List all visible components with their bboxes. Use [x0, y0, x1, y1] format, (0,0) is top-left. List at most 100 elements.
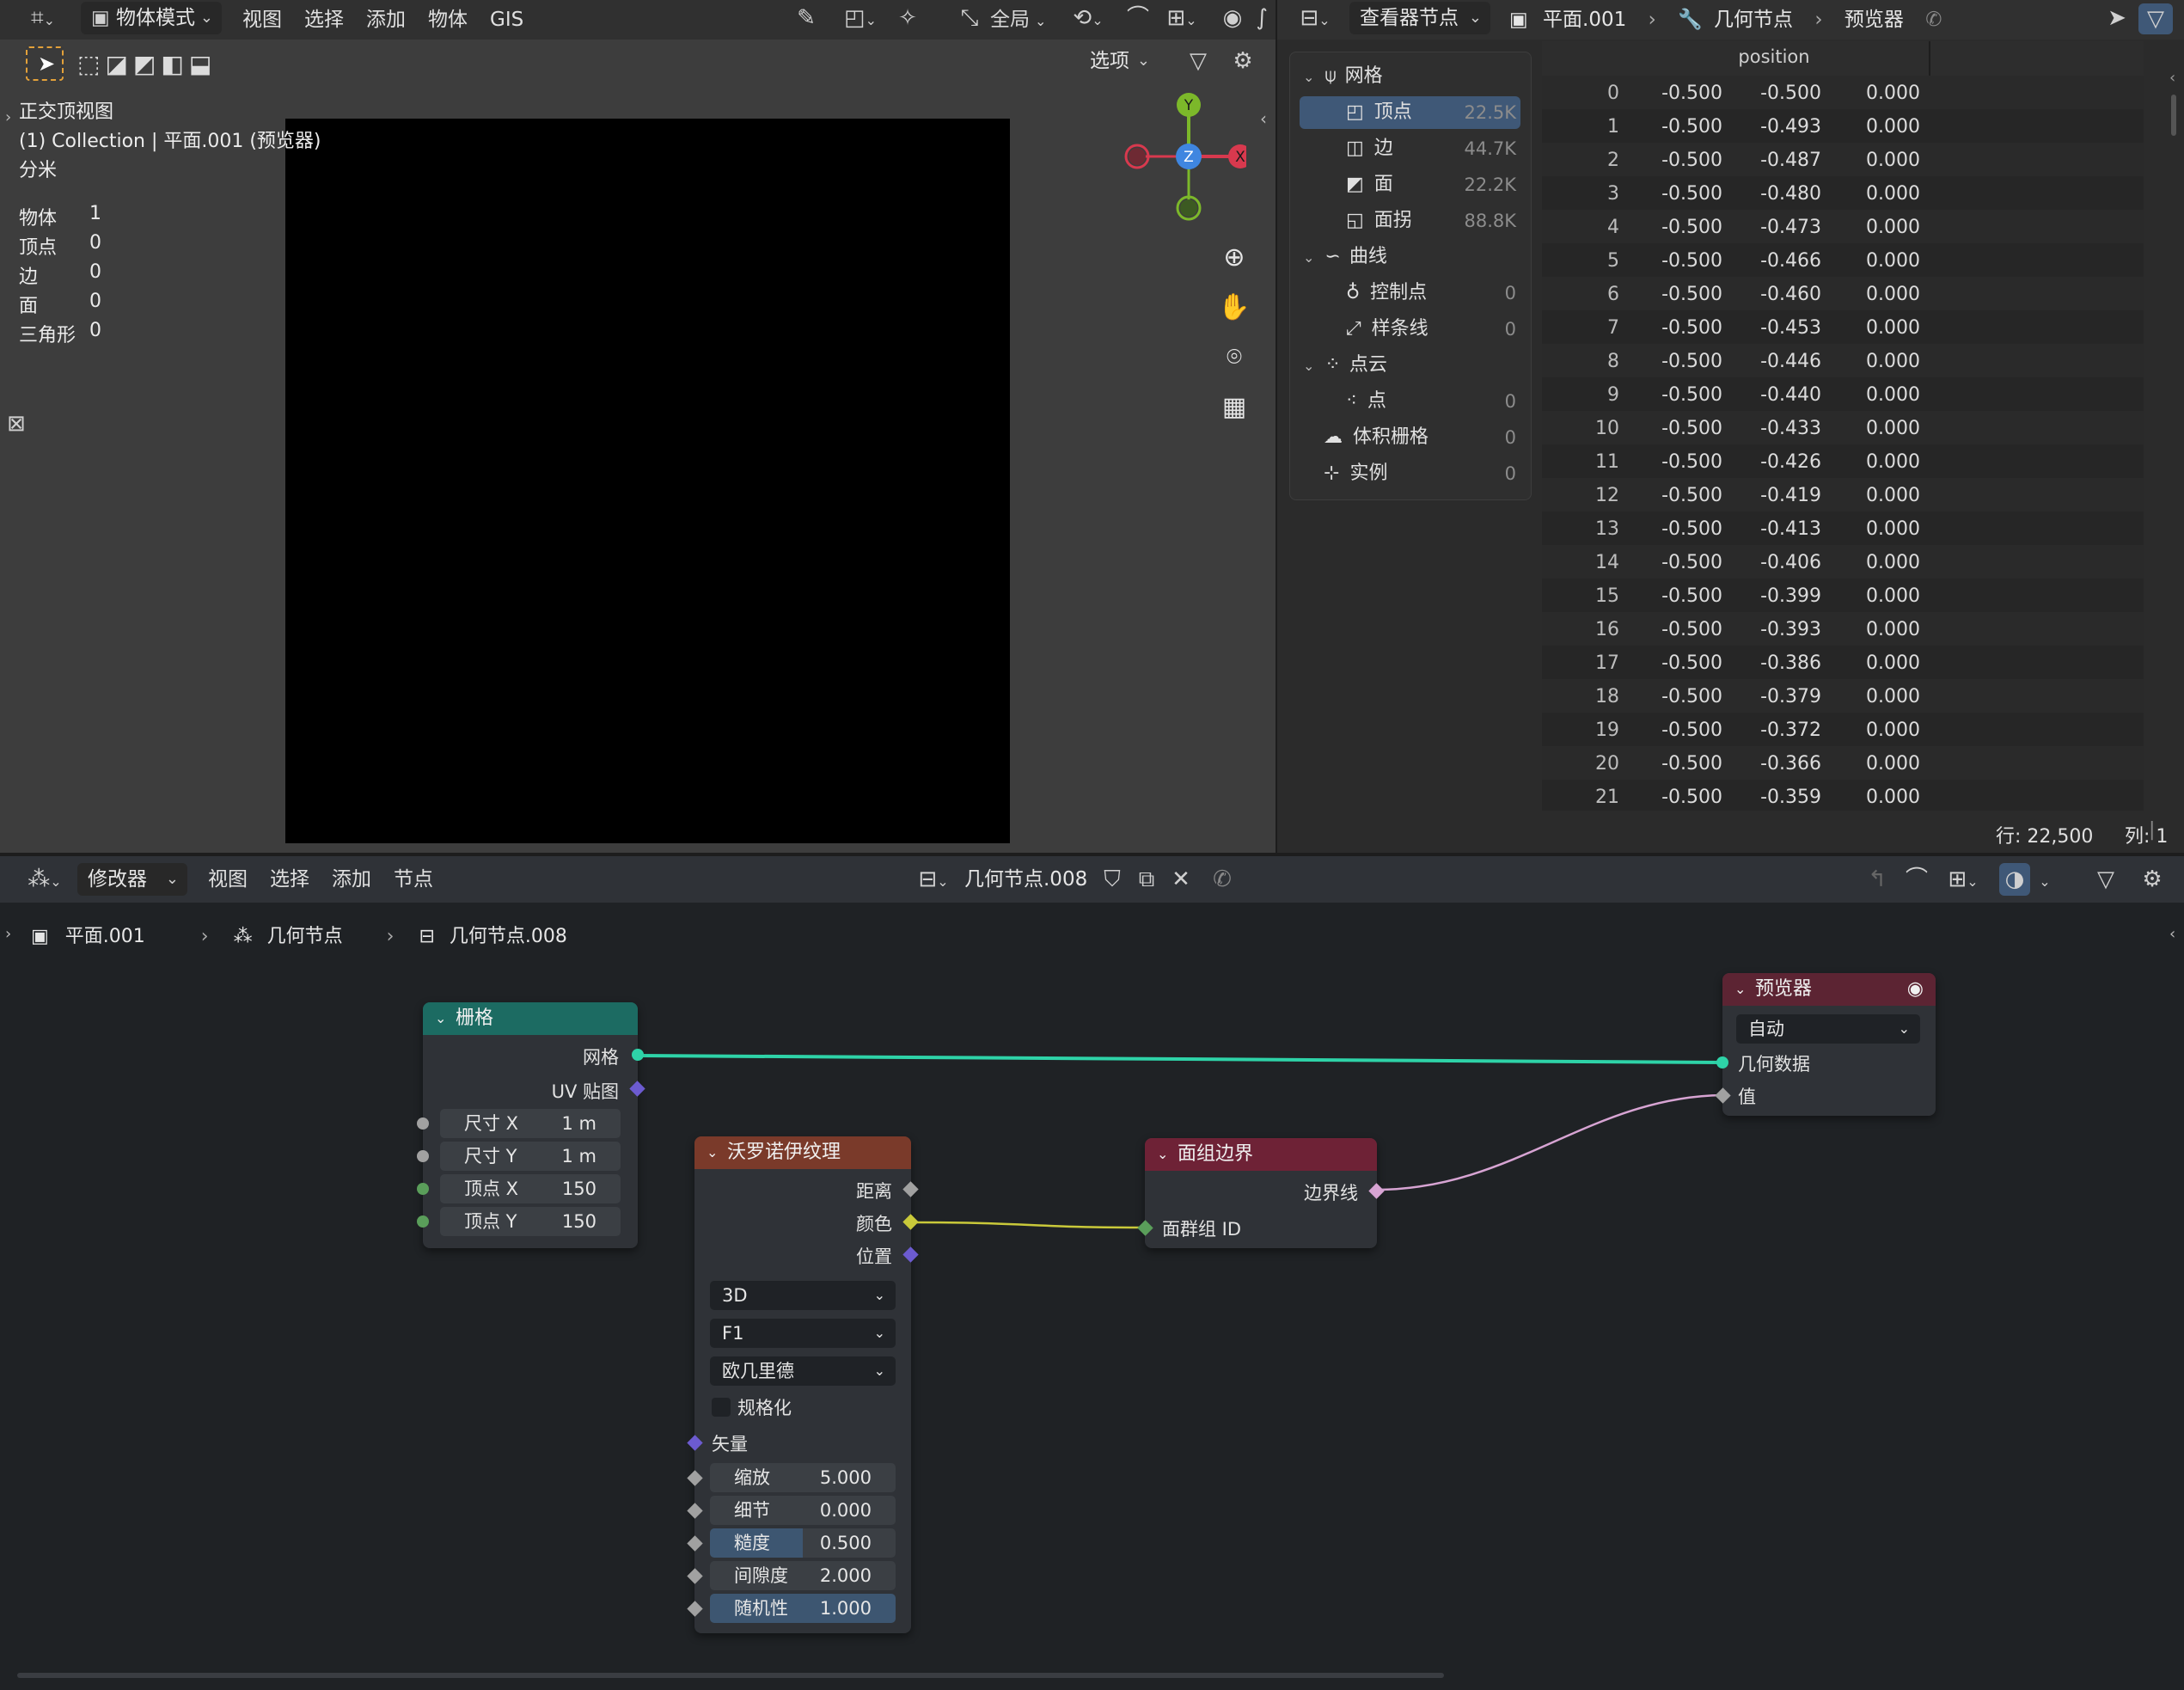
- n-panel-toggle-icon[interactable]: ‹: [1260, 108, 1267, 129]
- tree-item-edge[interactable]: ◫ 边 44.7K: [1346, 132, 1516, 165]
- scale-field[interactable]: 缩放 5.000: [710, 1463, 896, 1492]
- selection-only-icon[interactable]: ➤: [2102, 2, 2132, 34]
- input-size-x-socket[interactable]: [417, 1117, 429, 1130]
- menu-view[interactable]: 视图: [234, 3, 291, 36]
- detail-field[interactable]: 细节 0.000: [710, 1496, 896, 1525]
- collapse-chevron-icon[interactable]: ⌄: [1157, 1138, 1168, 1171]
- horizontal-scrollbar[interactable]: [17, 1673, 1444, 1678]
- input-vertices-y-socket[interactable]: [417, 1215, 429, 1228]
- pan-hand-icon[interactable]: ✋: [1215, 289, 1253, 327]
- dimensions-select[interactable]: 3D ⌄: [710, 1281, 896, 1310]
- navigation-gizmo[interactable]: Y X Z: [1109, 91, 1246, 237]
- menu-select[interactable]: 选择: [296, 3, 352, 36]
- grid-node-header[interactable]: ⌄ 栅格: [423, 1002, 638, 1035]
- face-boundaries-node-header[interactable]: ⌄ 面组边界: [1145, 1138, 1377, 1171]
- grid-view-icon[interactable]: ▦: [1215, 389, 1253, 426]
- transform-orientation-dropdown[interactable]: 全局 ⌄: [990, 3, 1046, 36]
- grid-node[interactable]: ⌄ 栅格 网格 UV 贴图 尺寸 X1 m 尺寸 Y1 m 顶点 X 150 顶点…: [417, 1002, 645, 1248]
- falloff-icon[interactable]: ∫: [1250, 2, 1274, 34]
- vertices-x-field[interactable]: 顶点 X 150: [440, 1174, 621, 1203]
- tree-item-instance[interactable]: ⊹ 实例 0: [1324, 457, 1516, 490]
- roughness-field[interactable]: 糙度 0.500: [710, 1528, 896, 1558]
- table-scrollbar[interactable]: [2171, 95, 2176, 136]
- sidebar-toggle-icon[interactable]: ›: [5, 108, 11, 126]
- value-input-label: 值: [1738, 1087, 1756, 1107]
- pivot-icon[interactable]: ⟲⌄: [1064, 2, 1112, 34]
- tree-item-volume[interactable]: ☁ 体积栅格 0: [1324, 421, 1516, 454]
- tree-item-mesh[interactable]: ⌄ ⍦ 网格: [1303, 60, 1513, 93]
- chevron-down-icon: ⌄: [1136, 52, 1150, 70]
- tree-item-control-point[interactable]: ♁ 控制点 0: [1346, 277, 1516, 309]
- viewer-domain-select[interactable]: 自动 ⌄: [1736, 1014, 1920, 1044]
- spreadsheet-header: ⊟⌄ 查看器节点 ⌄ ▣ 平面.001 › 🔧 几何节点 › 预览器 ✆ ➤ ▽: [1277, 0, 2184, 40]
- size-x-field[interactable]: 尺寸 X1 m: [440, 1109, 621, 1138]
- tree-item-point[interactable]: ⁖ 点 0: [1346, 385, 1516, 418]
- table-row: 21 -0.500 -0.359 0.000: [1542, 780, 2144, 811]
- distance-metric-select[interactable]: 欧几里德 ⌄: [710, 1356, 896, 1386]
- stat-edges: 边0: [19, 261, 101, 288]
- table-row: 10 -0.500 -0.433 0.000: [1542, 411, 2144, 444]
- column-header-position[interactable]: position: [1628, 46, 1920, 67]
- voronoi-node-header[interactable]: ⌄ 沃罗诺伊纹理: [694, 1136, 911, 1169]
- input-vertices-x-socket[interactable]: [417, 1183, 429, 1195]
- zoom-icon[interactable]: ⊕: [1215, 239, 1253, 277]
- feature-select[interactable]: F1 ⌄: [710, 1319, 896, 1348]
- snap-target-icon[interactable]: ◰⌄: [839, 2, 882, 34]
- input-size-y-socket[interactable]: [417, 1150, 429, 1162]
- gear-icon[interactable]: ⚙: [1226, 45, 1260, 77]
- proportional-edit-icon[interactable]: ◉: [1217, 2, 1248, 34]
- display-mode-dropdown[interactable]: 查看器节点 ⌄: [1349, 2, 1490, 34]
- output-mesh-socket[interactable]: [632, 1049, 644, 1061]
- table-row: 6 -0.500 -0.460 0.000: [1542, 277, 2144, 310]
- tree-item-face-corner[interactable]: ◱ 面拐 88.8K: [1346, 205, 1516, 237]
- select-tool-button[interactable]: ➤: [26, 46, 64, 81]
- collapse-chevron-icon[interactable]: ⌄: [435, 1002, 446, 1035]
- eye-icon[interactable]: ◉: [1907, 973, 1924, 1006]
- stat-faces: 面0: [19, 291, 101, 317]
- snap-increment-icon[interactable]: ⊞⌄: [1157, 2, 1207, 34]
- tree-item-face[interactable]: ◩ 面 22.2K: [1346, 168, 1516, 201]
- tree-item-curve[interactable]: ⌄ ∽ 曲线: [1303, 241, 1513, 273]
- normalize-checkbox[interactable]: [712, 1398, 731, 1417]
- options-dropdown[interactable]: 选项 ⌄: [1080, 45, 1159, 77]
- viewer-node-header[interactable]: ⌄ 预览器 ◉: [1722, 973, 1936, 1006]
- lacunarity-field[interactable]: 间隙度 2.000: [710, 1561, 896, 1590]
- collapse-chevron-icon[interactable]: ⌄: [707, 1136, 718, 1169]
- vertices-y-field[interactable]: 顶点 Y 150: [440, 1207, 621, 1236]
- input-geometry-socket[interactable]: [1716, 1056, 1728, 1068]
- selection-mode-icons[interactable]: ⬚◪◩◧⬓: [77, 50, 217, 78]
- viewport-3d[interactable]: ⌗⌄ ▣ 物体模式 ⌄ 视图 选择 添加 物体 GIS ✎ ◰⌄ ✧ ⤡ 全局 ⌄…: [0, 0, 1276, 853]
- viewer-node[interactable]: ⌄ 预览器 ◉ 自动 ⌄ 几何数据 值: [1715, 973, 1936, 1116]
- brush-icon[interactable]: ✧: [890, 2, 925, 34]
- randomness-field[interactable]: 随机性 1.000: [710, 1594, 896, 1623]
- voronoi-texture-node[interactable]: ⌄ 沃罗诺伊纹理 距离 颜色 位置 3D ⌄ F1 ⌄ 欧几里德 ⌄ 规格化 矢量 缩…: [687, 1136, 919, 1633]
- sidebar-toggle-icon[interactable]: ‹: [2169, 69, 2175, 87]
- tree-item-point-cloud[interactable]: ⌄ ⁘ 点云: [1303, 349, 1513, 382]
- pin-icon[interactable]: ✆: [1925, 9, 1942, 31]
- filter-icon[interactable]: ▽: [1181, 45, 1215, 77]
- table-row: 13 -0.500 -0.413 0.000: [1542, 511, 2144, 545]
- table-row: 20 -0.500 -0.366 0.000: [1542, 746, 2144, 780]
- transform-orientation-icon[interactable]: ⤡: [954, 2, 985, 34]
- node-editor[interactable]: ⁂⌄ 修改器 ⌄ 视图 选择 添加 节点 ⊟⌄ 几何节点.008 ⛉ ⧉ ✕ ✆…: [0, 856, 2184, 1690]
- camera-icon[interactable]: ⌾: [1215, 339, 1253, 377]
- snap-magnet-icon[interactable]: ⌒: [1123, 2, 1153, 34]
- tree-item-vertex[interactable]: ◰ 顶点 22.5K: [1346, 96, 1516, 129]
- viewport-canvas[interactable]: ➤ ⬚◪◩◧⬓ 选项 ⌄ ▽ ⚙ › ⊠ ‹ 正交顶视图 (1) Collect…: [0, 40, 1276, 853]
- collapse-chevron-icon[interactable]: ⌄: [1734, 973, 1746, 1006]
- table-row: 4 -0.500 -0.473 0.000: [1542, 210, 2144, 243]
- menu-object[interactable]: 物体: [419, 3, 476, 36]
- filter-icon[interactable]: ▽: [2138, 3, 2173, 34]
- mode-dropdown[interactable]: ▣ 物体模式 ⌄: [81, 2, 222, 34]
- table-row: 15 -0.500 -0.399 0.000: [1542, 579, 2144, 612]
- face-group-boundaries-node[interactable]: ⌄ 面组边界 边界线 面群组 ID: [1137, 1138, 1385, 1248]
- editor-type-icon[interactable]: ⌗⌄: [19, 2, 67, 34]
- tool-settings-icon[interactable]: ⊠: [7, 411, 26, 437]
- menu-gis[interactable]: GIS: [481, 3, 532, 36]
- spreadsheet-editor-icon[interactable]: ⊟⌄: [1291, 2, 1339, 34]
- size-y-field[interactable]: 尺寸 Y1 m: [440, 1142, 621, 1171]
- menu-add[interactable]: 添加: [358, 3, 414, 36]
- chevron-right-icon: ›: [1648, 9, 1656, 31]
- eyedropper-icon[interactable]: ✎: [789, 2, 823, 34]
- tree-item-spline[interactable]: ⤢ 样条线 0: [1346, 313, 1516, 346]
